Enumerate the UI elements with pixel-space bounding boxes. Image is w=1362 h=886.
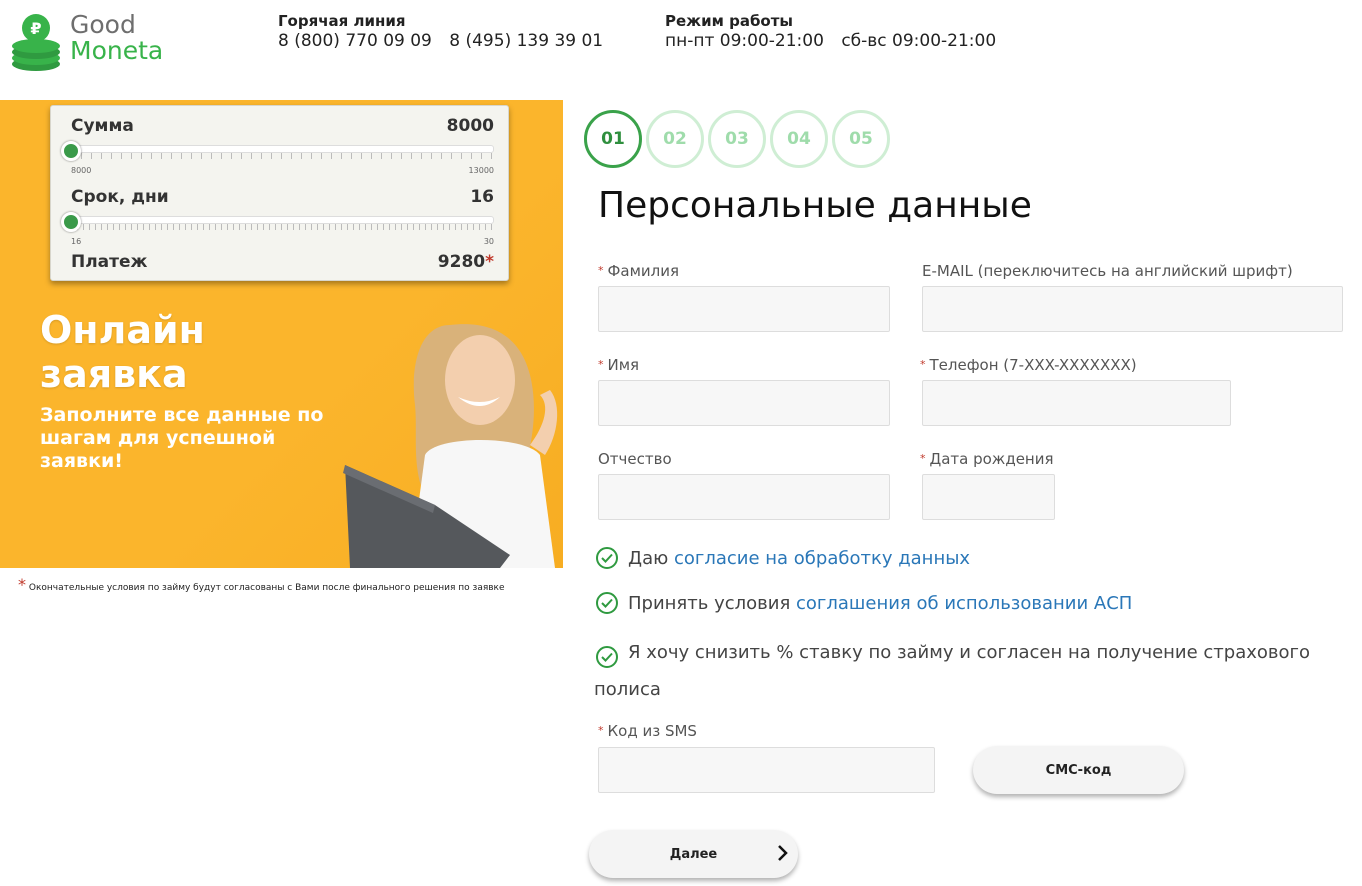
birthdate-input[interactable] <box>922 474 1055 520</box>
sms-code-input[interactable] <box>598 747 935 793</box>
promo-title-line1: Онлайн <box>40 308 205 352</box>
promo-banner: Сумма 8000 8000 13000 Срок, дни 16 16 30… <box>0 100 563 568</box>
footnote-asterisk: * <box>18 575 26 594</box>
coin-stack-icon: ₽ <box>12 14 60 71</box>
chevron-right-icon <box>778 845 788 861</box>
email-label: E-MAIL (переключитесь на английский шриф… <box>922 262 1293 280</box>
check-circle-icon[interactable] <box>596 646 618 668</box>
consent-1-prefix: Даю <box>628 547 669 569</box>
phone-link-1[interactable]: 8 (800) 770 09 09 <box>278 31 432 51</box>
hotline-title: Горячая линия <box>278 12 406 30</box>
payment-value-wrap: 9280* <box>438 252 494 272</box>
loan-calculator: Сумма 8000 8000 13000 Срок, дни 16 16 30… <box>50 105 509 281</box>
amount-slider-handle[interactable] <box>61 141 81 161</box>
step-1[interactable]: 01 <box>584 110 642 168</box>
phone-link-2[interactable]: 8 (495) 139 39 01 <box>449 31 603 51</box>
logo-text-good: Good <box>70 10 136 39</box>
amount-label: Сумма <box>71 116 134 136</box>
step-3[interactable]: 03 <box>708 110 766 168</box>
footnote-text: Окончательные условия по займу будут сог… <box>28 583 505 593</box>
next-button[interactable]: Далее <box>589 830 798 878</box>
logo-text-moneta: Moneta <box>70 36 164 65</box>
promo-subtitle: Заполните все данные по шагам для успешн… <box>40 404 324 472</box>
next-button-label: Далее <box>669 846 718 862</box>
required-mark: * <box>920 452 926 465</box>
patronymic-input[interactable] <box>598 474 890 520</box>
payment-asterisk: * <box>485 252 494 272</box>
amount-min: 8000 <box>71 166 92 175</box>
consent-insurance[interactable]: Я хочу снизить % ставку по займу и согла… <box>594 634 1354 708</box>
sms-code-button[interactable]: СМС-код <box>973 746 1184 794</box>
consent-1-link[interactable]: согласие на обработку данных <box>674 548 970 569</box>
consent-3-text: Я хочу снизить % ставку по займу и согла… <box>594 642 1311 700</box>
page-title: Персональные данные <box>598 185 1032 226</box>
svg-text:₽: ₽ <box>30 19 41 38</box>
sms-label: * Код из SMS <box>598 722 697 740</box>
amount-slider[interactable]: 8000 13000 <box>61 136 494 175</box>
payment-label: Платеж <box>71 252 148 272</box>
footnote: * Окончательные условия по займу будут с… <box>18 577 538 594</box>
payment-value: 9280 <box>437 252 486 272</box>
check-circle-icon[interactable] <box>596 592 618 614</box>
work-hours: Режим работы пн-пт 09:00-21:00 сб-вс 09:… <box>665 12 1008 52</box>
consent-2-prefix: Принять условия <box>628 592 791 614</box>
surname-input[interactable] <box>598 286 890 332</box>
woman-with-laptop-illustration <box>343 324 558 568</box>
logo[interactable]: ₽ Good Moneta <box>10 12 200 72</box>
patronymic-label: Отчество <box>598 450 672 468</box>
promo-title: Онлайн заявка <box>40 308 205 396</box>
phone-label: * Телефон (7-XXX-XXXXXXX) <box>920 356 1137 374</box>
name-label: * Имя <box>598 356 640 374</box>
weekday-hours: пн-пт 09:00-21:00 <box>665 31 824 51</box>
promo-title-line2: заявка <box>40 352 188 396</box>
term-max: 30 <box>483 237 494 246</box>
step-indicator: 01 02 03 04 05 <box>584 110 894 168</box>
consent-asp-agreement[interactable]: Принять условия соглашения об использова… <box>596 592 1132 614</box>
consent-2-link[interactable]: соглашения об использовании АСП <box>796 593 1132 614</box>
step-2[interactable]: 02 <box>646 110 704 168</box>
weekend-hours: сб-вс 09:00-21:00 <box>841 31 997 51</box>
term-value: 16 <box>470 187 494 207</box>
hotline: Горячая линия 8 (800) 770 09 09 8 (495) … <box>278 12 615 52</box>
step-4[interactable]: 04 <box>770 110 828 168</box>
required-mark: * <box>598 358 604 371</box>
phone-input[interactable] <box>922 380 1231 426</box>
term-slider-handle[interactable] <box>61 212 81 232</box>
step-5[interactable]: 05 <box>832 110 890 168</box>
amount-max: 13000 <box>468 166 494 175</box>
email-input[interactable] <box>922 286 1343 332</box>
logo-wordmark: Good Moneta <box>70 12 163 64</box>
required-mark: * <box>920 358 926 371</box>
surname-label: * Фамилия <box>598 262 680 280</box>
birthdate-label: * Дата рождения <box>920 450 1054 468</box>
required-mark: * <box>598 724 604 737</box>
check-circle-icon[interactable] <box>596 547 618 569</box>
term-label: Срок, дни <box>71 187 169 207</box>
name-input[interactable] <box>598 380 890 426</box>
term-slider[interactable]: 16 30 <box>61 207 494 246</box>
required-mark: * <box>598 264 604 277</box>
amount-value: 8000 <box>446 116 494 136</box>
consent-data-processing[interactable]: Даю согласие на обработку данных <box>596 547 970 569</box>
term-min: 16 <box>71 237 82 246</box>
work-hours-title: Режим работы <box>665 12 793 30</box>
